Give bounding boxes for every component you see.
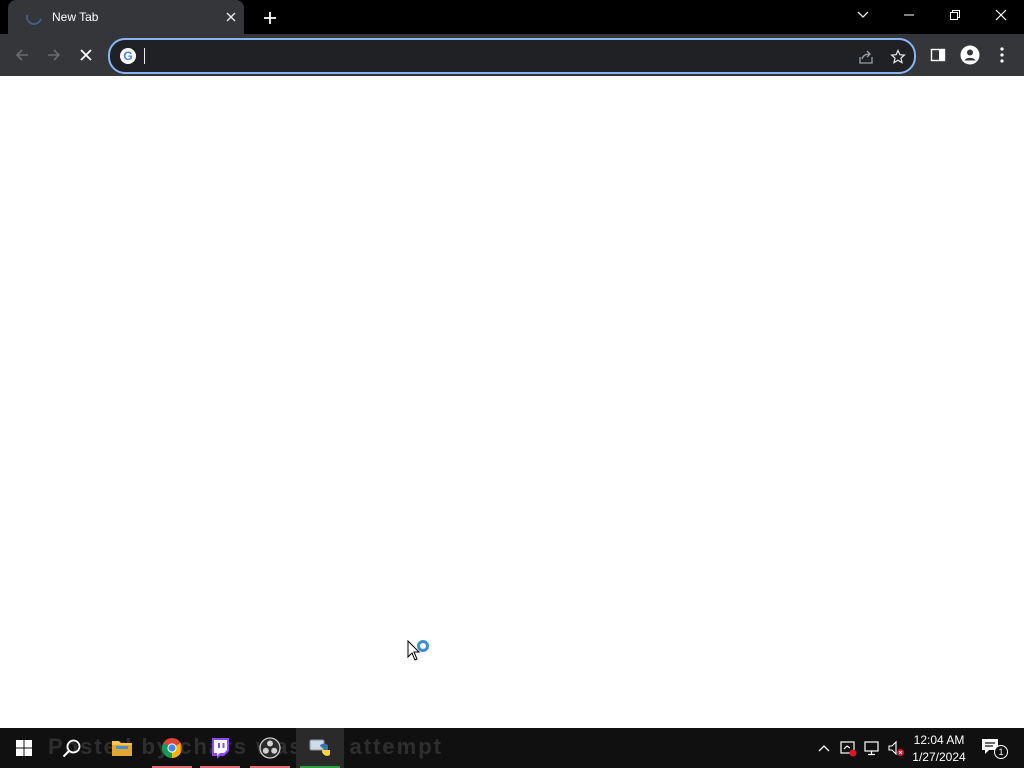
shield-warning-icon [840, 741, 857, 757]
close-icon [995, 9, 1007, 21]
windows-logo-icon [16, 740, 32, 756]
start-button[interactable] [0, 728, 48, 768]
kebab-menu-icon [1000, 47, 1004, 63]
page-content [0, 76, 1024, 728]
chevron-up-icon [818, 745, 830, 752]
show-hidden-icons-button[interactable] [814, 738, 834, 758]
tray-security-button[interactable] [838, 738, 858, 758]
address-bar[interactable]: G [108, 38, 916, 74]
share-button[interactable] [856, 47, 876, 67]
taskbar-app-chrome[interactable] [148, 728, 196, 768]
star-icon [890, 49, 906, 64]
arrow-left-icon [15, 49, 28, 61]
arrow-right-icon [48, 49, 61, 61]
side-panel-button[interactable] [924, 41, 952, 69]
minimize-button[interactable] [886, 0, 932, 30]
clock-date: 1/27/2024 [912, 750, 966, 764]
new-tab-button[interactable] [258, 6, 282, 30]
windows-taskbar: Posted by chars was an attempt 12:04 AM … [0, 728, 1024, 768]
side-panel-icon [930, 48, 946, 62]
network-icon [864, 741, 879, 756]
avatar-icon [960, 45, 980, 65]
tab-close-button[interactable] [222, 8, 240, 26]
taskbar-app-obs[interactable] [246, 728, 294, 768]
close-window-button[interactable] [978, 0, 1024, 30]
menu-button[interactable] [988, 41, 1016, 69]
taskbar-app-twitch[interactable] [196, 728, 244, 768]
browser-titlebar: New Tab [0, 0, 1024, 34]
taskbar-clock[interactable]: 12:04 AM 1/27/2024 [906, 732, 972, 766]
google-g-icon: G [120, 48, 136, 64]
forward-button[interactable] [40, 41, 68, 69]
python-icon [309, 739, 330, 756]
browser-toolbar: G [0, 34, 1024, 76]
volume-muted-icon [888, 740, 904, 756]
bookmark-star-button[interactable] [888, 47, 908, 67]
folder-icon [112, 741, 132, 756]
loading-spinner-icon [23, 6, 45, 28]
tab-title: New Tab [52, 10, 99, 24]
tray-volume-button[interactable] [886, 738, 906, 758]
restore-button[interactable] [932, 0, 978, 30]
chevron-down-icon [857, 11, 869, 18]
chrome-icon [162, 738, 182, 758]
tab-new-tab[interactable]: New Tab [8, 0, 244, 34]
address-input[interactable] [142, 46, 826, 68]
profile-button[interactable] [956, 41, 984, 69]
tab-search-button[interactable] [840, 0, 886, 30]
twitch-icon [212, 738, 229, 759]
close-icon [226, 12, 236, 22]
minimize-icon [904, 14, 914, 16]
notification-count-badge: 1 [994, 745, 1008, 759]
clock-time: 12:04 AM [913, 733, 965, 747]
busy-cursor-icon [407, 639, 437, 664]
stop-loading-button[interactable] [72, 41, 100, 69]
obs-icon [259, 737, 281, 759]
share-icon [859, 50, 873, 64]
close-icon [80, 49, 92, 61]
taskbar-app-python[interactable] [296, 728, 344, 768]
back-button[interactable] [8, 41, 36, 69]
text-caret [144, 48, 145, 64]
plus-icon [264, 12, 276, 24]
tray-network-button[interactable] [862, 738, 882, 758]
action-center-button[interactable]: 1 [980, 736, 1008, 760]
file-explorer-button[interactable] [98, 728, 146, 768]
search-button[interactable] [48, 728, 96, 768]
restore-icon [950, 10, 960, 20]
search-icon [62, 739, 81, 758]
